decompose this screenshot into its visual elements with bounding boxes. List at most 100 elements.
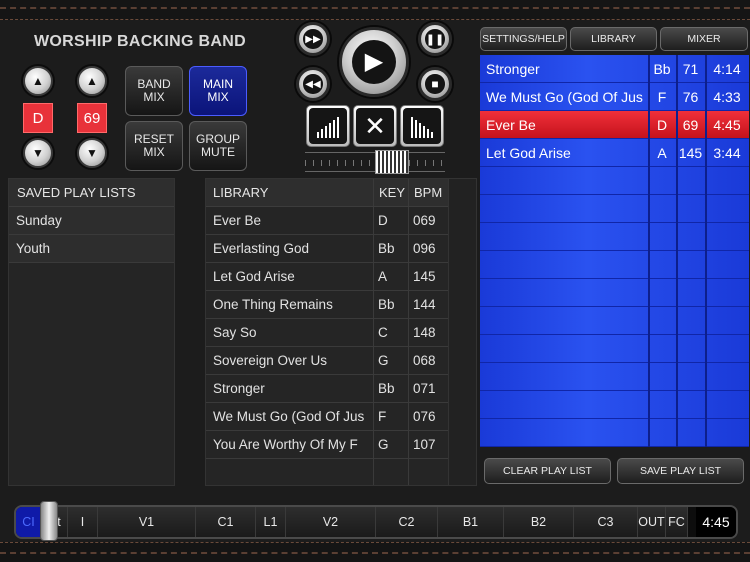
play-button[interactable]: ▶	[339, 27, 409, 97]
timeline-scrubber[interactable]	[40, 501, 58, 541]
timeline-section[interactable]: C2	[376, 507, 438, 537]
library-title-header: LIBRARY	[213, 185, 269, 200]
timeline-section[interactable]: CI	[16, 507, 42, 537]
playlist-row[interactable]: We Must Go (God Of Jus F 76 4:33	[480, 83, 749, 111]
mix-slider-thumb[interactable]	[375, 150, 409, 174]
library-song-key: A	[378, 269, 388, 284]
library-row[interactable]: One Thing Remains Bb 144	[206, 291, 448, 319]
library-song-bpm: 096	[413, 241, 436, 256]
playlist-song-bpm: 145	[678, 144, 703, 161]
library-song-key: Bb	[378, 241, 395, 256]
library-row[interactable]: Stronger Bb 071	[206, 375, 448, 403]
clear-playlist-button[interactable]: CLEAR PLAY LIST	[484, 458, 611, 484]
timeline-section[interactable]: B2	[504, 507, 574, 537]
mixer-button[interactable]: MIXER	[660, 27, 748, 51]
timeline-section[interactable]: B1	[438, 507, 504, 537]
reset-mix-button[interactable]: RESET MIX	[125, 121, 183, 171]
shuffle-icon: ✕	[356, 108, 394, 144]
library-bpm-header: BPM	[408, 179, 448, 206]
playlist-song-length: 4:14	[713, 60, 741, 77]
library-song-title: We Must Go (God Of Jus	[213, 409, 365, 424]
timeline-section[interactable]: V2	[286, 507, 376, 537]
arrow-up-icon: ▲	[32, 74, 44, 88]
save-playlist-button[interactable]: SAVE PLAY LIST	[617, 458, 744, 484]
playlist-song-title: Ever Be	[486, 116, 536, 133]
library-row[interactable]: Sovereign Over Us G 068	[206, 347, 448, 375]
library-row[interactable]: Everlasting God Bb 096	[206, 235, 448, 263]
playlist-empty-slot	[480, 195, 749, 223]
fade-in-button[interactable]	[306, 105, 350, 147]
timeline-section[interactable]: V1	[98, 507, 196, 537]
bottom-border	[0, 542, 750, 562]
key-display: D	[23, 103, 53, 133]
current-playlist: Stronger Bb 71 4:14 We Must Go (God Of Jus F 7…	[480, 55, 749, 447]
library-button[interactable]: LIBRARY	[570, 27, 657, 51]
library-song-bpm: 107	[413, 437, 436, 452]
fade-in-icon	[309, 108, 347, 144]
settings-help-button[interactable]: SETTINGS/HELP	[480, 27, 567, 51]
library-song-title: Stronger	[213, 381, 265, 396]
band-mix-button[interactable]: BAND MIX	[125, 66, 183, 116]
tempo-up-button[interactable]: ▲	[77, 66, 107, 96]
saved-playlist-item[interactable]: Youth	[9, 235, 174, 263]
main-mix-button[interactable]: MAIN MIX	[189, 66, 247, 116]
fade-out-button[interactable]	[400, 105, 444, 147]
library-song-key: Bb	[378, 297, 395, 312]
playlist-song-key: Bb	[653, 60, 671, 77]
play-icon: ▶	[364, 48, 384, 76]
shuffle-button[interactable]: ✕	[353, 105, 397, 147]
pause-button[interactable]: ❚❚	[418, 22, 452, 56]
library-song-bpm: 069	[413, 213, 436, 228]
playlist-song-bpm: 71	[682, 60, 699, 77]
playlist-empty-slot	[480, 251, 749, 279]
library-song-title: You Are Worthy Of My F	[213, 437, 358, 452]
library-row[interactable]: We Must Go (God Of Jus F 076	[206, 403, 448, 431]
tempo-down-button[interactable]: ▼	[77, 138, 107, 168]
playlist-song-title: Stronger	[486, 60, 540, 77]
library-row[interactable]: Let God Arise A 145	[206, 263, 448, 291]
stop-icon: ■	[431, 77, 439, 91]
playlist-song-bpm: 76	[682, 88, 699, 105]
playlist-row[interactable]: Ever Be D 69 4:45	[480, 111, 749, 139]
playlist-empty-slot	[480, 307, 749, 335]
library-row[interactable]: Ever Be D 069	[206, 207, 448, 235]
key-down-button[interactable]: ▼	[23, 138, 53, 168]
timeline-section[interactable]: C3	[574, 507, 638, 537]
group-mute-button[interactable]: GROUP MUTE	[189, 121, 247, 171]
timeline-section[interactable]: OUT	[638, 507, 666, 537]
library-song-key: D	[378, 213, 388, 228]
rewind-button[interactable]: ◀◀	[296, 67, 330, 101]
playlist-song-bpm: 69	[682, 116, 699, 133]
fast-forward-button[interactable]: ▶▶	[296, 22, 330, 56]
arrow-up-icon: ▲	[86, 74, 98, 88]
library-row[interactable]: Say So C 148	[206, 319, 448, 347]
library-song-key: Bb	[378, 381, 395, 396]
playlist-empty-slot	[480, 363, 749, 391]
timeline-section[interactable]: L1	[256, 507, 286, 537]
top-border	[0, 0, 750, 20]
fast-forward-icon: ▶▶	[305, 33, 321, 45]
playlist-empty-slot	[480, 391, 749, 419]
timeline-section[interactable]: C1	[196, 507, 256, 537]
rewind-icon: ◀◀	[305, 78, 321, 90]
timeline-section[interactable]: FC	[666, 507, 688, 537]
time-readout: 4:45	[696, 507, 736, 537]
saved-playlists-panel: SAVED PLAY LISTS Sunday Youth	[8, 178, 175, 486]
song-section-timeline[interactable]: CICtIV1C1L1V2C2B1B2C3OUTFC 4:45	[14, 505, 738, 539]
playlist-row[interactable]: Let God Arise A 145 3:44	[480, 139, 749, 167]
stop-button[interactable]: ■	[418, 67, 452, 101]
key-up-button[interactable]: ▲	[23, 66, 53, 96]
library-row[interactable]: You Are Worthy Of My F G 107	[206, 431, 448, 459]
saved-playlist-name: Youth	[16, 241, 51, 256]
library-song-title: Say So	[213, 325, 257, 340]
library-scrollbar[interactable]	[449, 178, 477, 486]
library-song-bpm: 144	[413, 297, 436, 312]
playlist-row[interactable]: Stronger Bb 71 4:14	[480, 55, 749, 83]
saved-playlist-item[interactable]: Sunday	[9, 207, 174, 235]
library-song-key: F	[378, 409, 387, 424]
timeline-section[interactable]: I	[68, 507, 98, 537]
playlist-empty-slot	[480, 419, 749, 447]
saved-playlists-header: SAVED PLAY LISTS	[9, 179, 174, 207]
saved-playlist-name: Sunday	[16, 213, 62, 228]
playlist-song-title: We Must Go (God Of Jus	[486, 88, 643, 105]
